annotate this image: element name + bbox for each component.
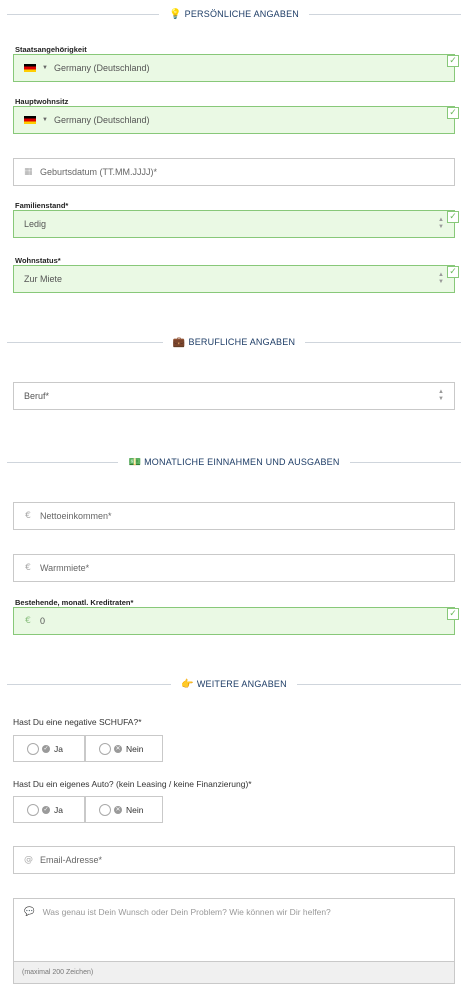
select-arrows-icon: ▲ ▼ bbox=[438, 389, 444, 402]
check-icon: ✓ bbox=[447, 107, 459, 119]
section-title: BERUFLICHE ANGABEN bbox=[188, 337, 296, 347]
character-counter: (maximal 200 Zeichen) bbox=[13, 962, 455, 984]
radio-circle bbox=[99, 742, 111, 755]
email-placeholder: Email-Adresse* bbox=[40, 855, 103, 865]
marital-value: Ledig bbox=[24, 219, 47, 229]
chevron-down-icon: ▼ bbox=[42, 117, 48, 123]
housing-label: Wohnstatus* bbox=[15, 256, 61, 265]
birthdate-input[interactable]: ▦ Geburtsdatum (TT.MM.JJJJ)* bbox=[13, 158, 455, 186]
money-icon: 💵 bbox=[128, 456, 142, 468]
close-icon: ✕ bbox=[114, 805, 122, 814]
check-icon: ✓ bbox=[447, 211, 459, 223]
section-title: WEITERE ANGABEN bbox=[196, 679, 287, 689]
message-placeholder: Was genau ist Dein Wunsch oder Dein Prob… bbox=[42, 907, 331, 917]
euro-icon: € bbox=[25, 511, 31, 521]
section-title: MONATLICHE EINNAHMEN UND AUSGABEN bbox=[144, 457, 340, 467]
car-yes-radio[interactable]: ✓ Ja bbox=[13, 796, 85, 823]
de-flag-icon bbox=[24, 64, 36, 72]
residence-select[interactable]: ▼ Germany (Deutschland) bbox=[13, 106, 455, 134]
warm-rent-placeholder: Warmmiete* bbox=[40, 563, 90, 573]
de-flag-icon bbox=[24, 116, 36, 124]
euro-icon: € bbox=[25, 616, 31, 626]
section-monthly-heading: 💵 MONATLICHE EINNAHMEN UND AUSGABEN bbox=[7, 455, 461, 469]
euro-icon: € bbox=[25, 563, 31, 573]
job-select[interactable]: Beruf* ▲ ▼ bbox=[13, 382, 455, 410]
check-icon: ✓ bbox=[447, 55, 459, 67]
lightbulb-icon: 💡 bbox=[169, 8, 182, 20]
calendar-icon: ▦ bbox=[24, 167, 33, 177]
section-personal-heading: 💡 PERSÖNLICHE ANGABEN bbox=[7, 7, 461, 21]
chevron-down-icon: ▼ bbox=[42, 65, 48, 71]
birthdate-placeholder: Geburtsdatum (TT.MM.JJJJ)* bbox=[40, 167, 158, 177]
speech-bubbles-icon: 💬 bbox=[24, 907, 35, 917]
car-no-radio[interactable]: ✕ Nein bbox=[85, 796, 163, 823]
net-income-placeholder: Nettoeinkommen* bbox=[40, 511, 112, 521]
radio-label: Nein bbox=[126, 743, 144, 754]
marital-label: Familienstand* bbox=[15, 201, 69, 210]
credit-rates-label: Bestehende, monatl. Kreditraten* bbox=[15, 598, 134, 607]
housing-select[interactable]: Zur Miete ▲ ▼ bbox=[13, 265, 455, 293]
residence-value: Germany (Deutschland) bbox=[53, 115, 150, 125]
radio-label: Ja bbox=[54, 743, 63, 754]
radio-label: Nein bbox=[126, 804, 144, 815]
radio-circle bbox=[27, 742, 39, 755]
net-income-input[interactable]: € Nettoeinkommen* bbox=[13, 502, 455, 530]
radio-label: Ja bbox=[54, 804, 63, 815]
schufa-question: Hast Du eine negative SCHUFA?* bbox=[13, 717, 142, 727]
residence-label: Hauptwohnsitz bbox=[15, 97, 69, 106]
credit-rates-input[interactable]: € 0 bbox=[13, 607, 455, 635]
section-professional-heading: 💼 BERUFLICHE ANGABEN bbox=[7, 335, 462, 349]
section-title: PERSÖNLICHE ANGABEN bbox=[184, 9, 299, 19]
section-further-heading: 👉 WEITERE ANGABEN bbox=[7, 677, 461, 691]
nationality-value: Germany (Deutschland) bbox=[53, 63, 150, 73]
warm-rent-input[interactable]: € Warmmiete* bbox=[13, 554, 455, 582]
message-textarea[interactable]: 💬 Was genau ist Dein Wunsch oder Dein Pr… bbox=[13, 898, 455, 962]
marital-select[interactable]: Ledig ▲ ▼ bbox=[13, 210, 455, 238]
check-icon: ✓ bbox=[42, 805, 50, 814]
nationality-select[interactable]: ▼ Germany (Deutschland) bbox=[13, 54, 455, 82]
car-question: Hast Du ein eigenes Auto? (kein Leasing … bbox=[13, 779, 252, 789]
radio-circle bbox=[99, 803, 111, 816]
radio-circle bbox=[27, 803, 39, 816]
pointing-hand-icon: 👉 bbox=[181, 678, 194, 690]
schufa-yes-radio[interactable]: ✓ Ja bbox=[13, 735, 85, 762]
schufa-no-radio[interactable]: ✕ Nein bbox=[85, 735, 163, 762]
nationality-label: Staatsangehörigkeit bbox=[15, 45, 87, 54]
job-value: Beruf* bbox=[24, 391, 50, 401]
counter-text: (maximal 200 Zeichen) bbox=[22, 969, 94, 976]
briefcase-icon: 💼 bbox=[172, 336, 186, 348]
select-arrows-icon: ▲ ▼ bbox=[438, 217, 444, 230]
close-icon: ✕ bbox=[114, 744, 122, 753]
select-arrows-icon: ▲ ▼ bbox=[438, 272, 444, 285]
check-icon: ✓ bbox=[42, 744, 50, 753]
check-icon: ✓ bbox=[447, 608, 459, 620]
at-sign-icon: @ bbox=[24, 855, 33, 865]
check-icon: ✓ bbox=[447, 266, 459, 278]
email-input[interactable]: @ Email-Adresse* bbox=[13, 846, 455, 874]
credit-rates-value: 0 bbox=[40, 616, 46, 626]
housing-value: Zur Miete bbox=[24, 274, 63, 284]
